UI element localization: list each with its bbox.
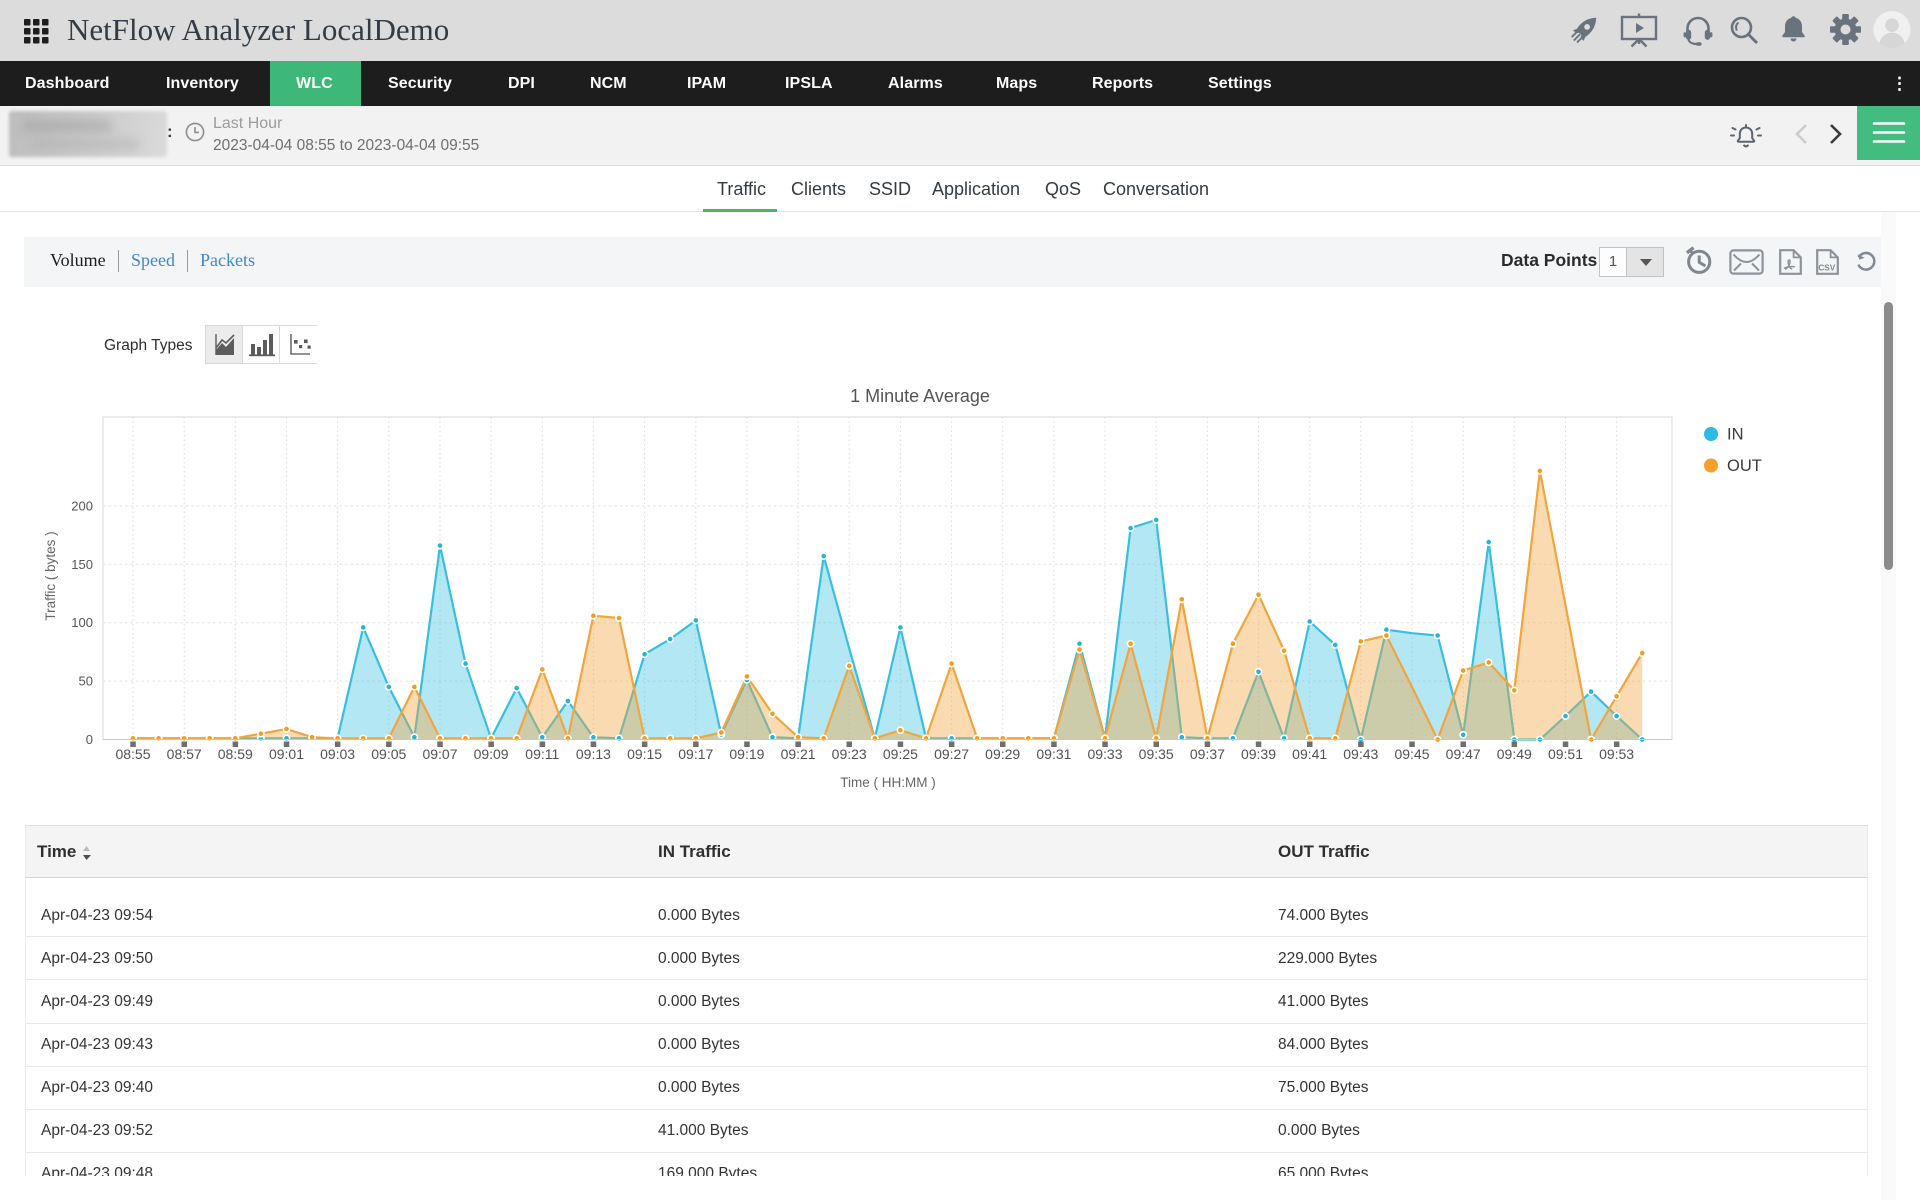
svg-text:09:19: 09:19 xyxy=(729,746,764,762)
svg-text:09:17: 09:17 xyxy=(678,746,713,762)
svg-text:200: 200 xyxy=(71,498,93,513)
svg-text:09:31: 09:31 xyxy=(1036,746,1071,762)
svg-text:09:27: 09:27 xyxy=(934,746,969,762)
svg-text:100: 100 xyxy=(71,615,93,630)
svg-text:08:59: 08:59 xyxy=(218,746,253,762)
svg-text:09:11: 09:11 xyxy=(525,746,559,762)
svg-text:09:23: 09:23 xyxy=(832,746,867,762)
svg-text:09:49: 09:49 xyxy=(1497,746,1532,762)
svg-text:09:33: 09:33 xyxy=(1087,746,1122,762)
svg-text:08:57: 08:57 xyxy=(167,746,202,762)
svg-text:09:35: 09:35 xyxy=(1139,746,1174,762)
svg-text:09:01: 09:01 xyxy=(269,746,304,762)
svg-text:09:39: 09:39 xyxy=(1241,746,1276,762)
svg-text:09:41: 09:41 xyxy=(1292,746,1327,762)
svg-text:09:25: 09:25 xyxy=(883,746,918,762)
svg-text:OUT: OUT xyxy=(1727,457,1762,475)
svg-text:09:15: 09:15 xyxy=(627,746,662,762)
svg-text:09:37: 09:37 xyxy=(1190,746,1225,762)
svg-text:09:21: 09:21 xyxy=(781,746,816,762)
svg-text:IN: IN xyxy=(1727,426,1744,444)
svg-text:09:09: 09:09 xyxy=(474,746,509,762)
svg-text:09:53: 09:53 xyxy=(1599,746,1634,762)
svg-text:09:29: 09:29 xyxy=(985,746,1020,762)
svg-text:09:07: 09:07 xyxy=(422,746,457,762)
svg-text:09:05: 09:05 xyxy=(371,746,406,762)
svg-text:09:51: 09:51 xyxy=(1548,746,1583,762)
svg-text:09:47: 09:47 xyxy=(1446,746,1481,762)
svg-text:08:55: 08:55 xyxy=(115,746,150,762)
svg-text:09:45: 09:45 xyxy=(1394,746,1429,762)
svg-text:1 Minute Average: 1 Minute Average xyxy=(850,386,990,406)
svg-text:0: 0 xyxy=(86,732,93,747)
svg-text:150: 150 xyxy=(71,557,93,572)
svg-text:CSV: CSV xyxy=(1818,264,1835,273)
svg-text:50: 50 xyxy=(79,674,93,689)
svg-text:Time ( HH:MM ): Time ( HH:MM ) xyxy=(840,775,935,790)
svg-text:Traffic ( bytes ): Traffic ( bytes ) xyxy=(43,531,58,620)
svg-text:09:13: 09:13 xyxy=(576,746,611,762)
svg-text:09:43: 09:43 xyxy=(1343,746,1378,762)
svg-text:09:03: 09:03 xyxy=(320,746,355,762)
